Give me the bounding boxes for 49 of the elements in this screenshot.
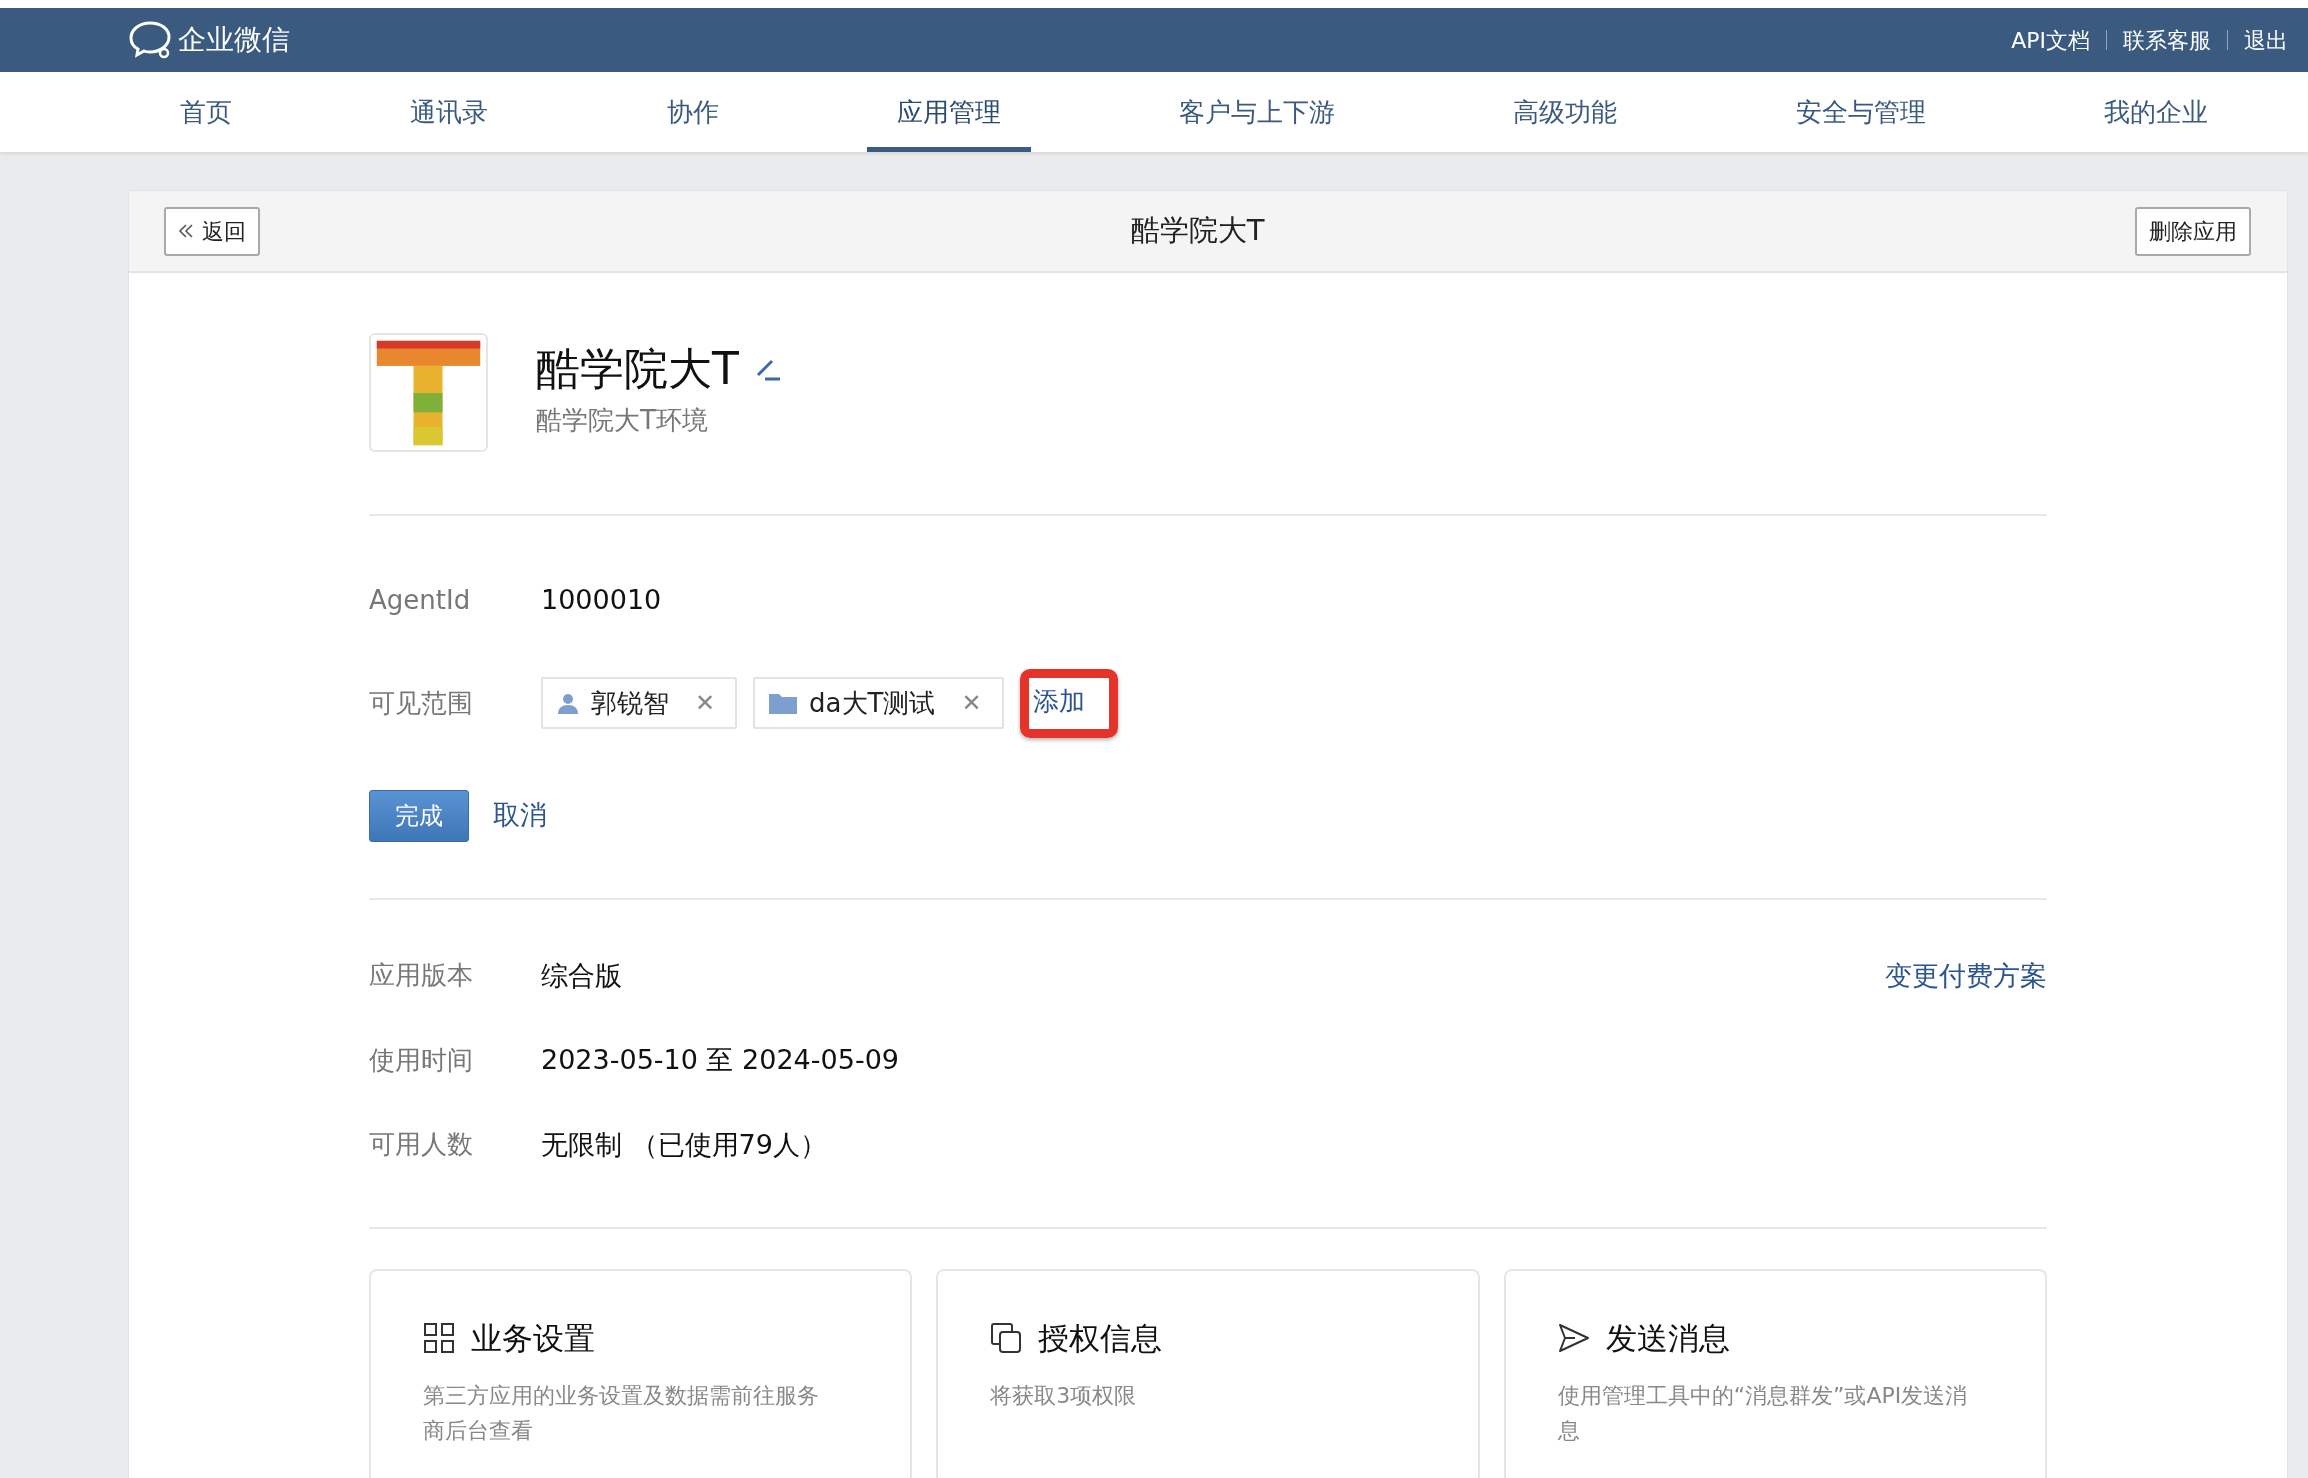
app-description: 酷学院大T环境 [536,404,709,438]
nav-tab[interactable]: 我的企业 [2073,72,2238,152]
header-link[interactable]: 联系客服 [2123,23,2211,57]
delete-app-button[interactable]: 删除应用 [2135,206,2251,256]
card-title: 发送消息 [1605,1319,1730,1358]
person-icon [557,692,579,714]
feature-card[interactable]: 业务设置 第三方应用的业务设置及数据需前往服务商后台查看 [369,1269,913,1478]
remove-icon[interactable]: ✕ [695,685,716,721]
tag-label: da大T测试 [809,686,936,720]
app-name: 酷学院大T [536,344,739,394]
agent-id-value: 1000010 [541,583,662,617]
field-label: 应用版本 [369,959,474,993]
feature-card[interactable]: 发送消息 使用管理工具中的“消息群发”或API发送消息 [1503,1269,2047,1478]
field-label: 可用人数 [369,1128,474,1162]
field-value: 综合版 [541,958,622,993]
folder-icon [769,692,798,714]
field-value: 2023-05-10 至 2024-05-09 [541,1043,899,1077]
nav-tab[interactable]: 安全与管理 [1765,72,1956,152]
remove-icon[interactable]: ✕ [961,685,982,721]
field-label: 使用时间 [369,1043,474,1077]
card-description: 使用管理工具中的“消息群发”或API发送消息 [1557,1381,1969,1445]
header-link[interactable]: 退出 [2244,23,2288,57]
field-value: 无限制 （已使用79人） [541,1127,827,1162]
nav-tab[interactable]: 首页 [150,72,262,152]
nav-tab[interactable]: 应用管理 [866,72,1031,152]
panel-title: 酷学院大T [1130,212,1265,250]
card-description: 将获取3项权限 [990,1381,1138,1410]
back-button[interactable]: 返回 [164,206,260,256]
nav-tab[interactable]: 客户与上下游 [1149,72,1366,152]
card-title: 业务设置 [471,1319,595,1358]
field-label: 可见范围 [369,686,474,720]
change-plan-link[interactable]: 变更付费方案 [1885,955,2047,996]
header-link[interactable]: API文档 [2011,23,2090,57]
brand-name: 企业微信 [178,22,290,58]
nav-tab[interactable]: 协作 [636,72,749,152]
card-description: 第三方应用的业务设置及数据需前往服务商后台查看 [423,1381,820,1445]
add-link[interactable]: 添加 [1019,668,1118,738]
double-chevron-left-icon [178,223,194,239]
feature-card[interactable]: 授权信息 将获取3项权限 [936,1269,1480,1478]
nav-tab[interactable]: 高级功能 [1483,72,1648,152]
copy-icon [990,1322,1023,1355]
nav-tab[interactable]: 通讯录 [380,72,519,152]
send-icon [1557,1322,1590,1355]
tag-label: 郭锐智 [591,686,669,720]
cancel-link[interactable]: 取消 [493,795,547,836]
card-title: 授权信息 [1038,1319,1163,1358]
grid-icon [423,1322,455,1355]
done-button[interactable]: 完成 [369,789,469,842]
field-label: AgentId [369,583,472,617]
